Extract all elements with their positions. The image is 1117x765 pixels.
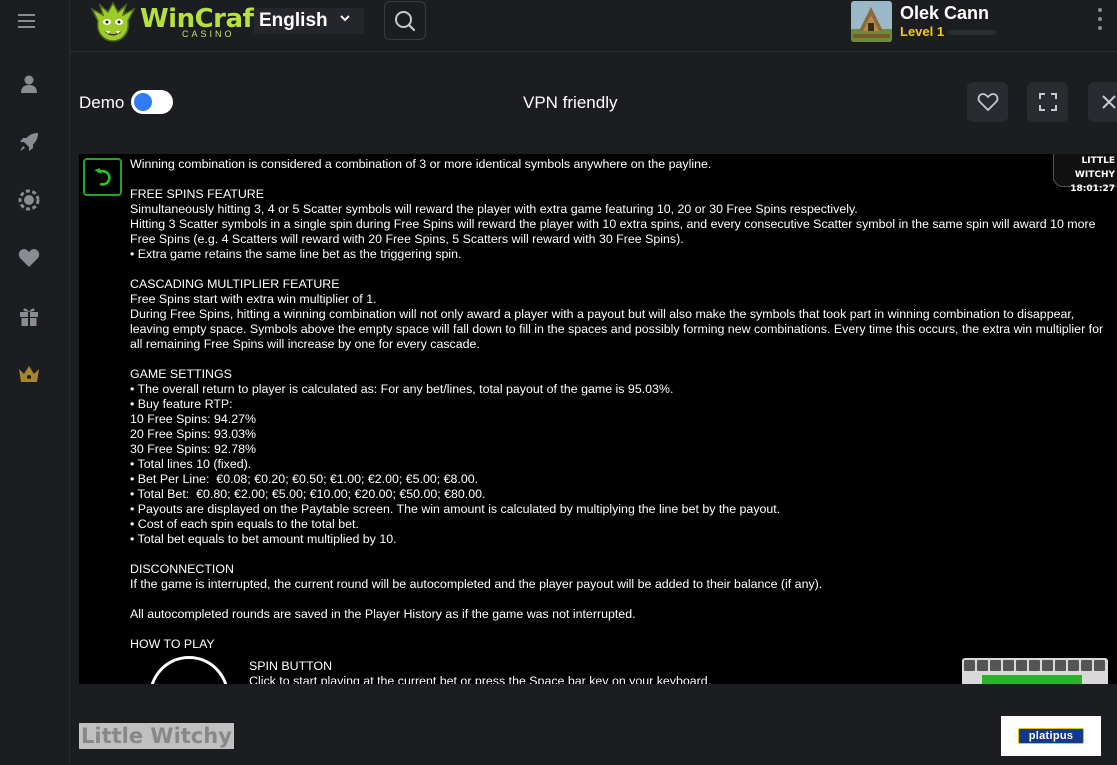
vpn-friendly-label: VPN friendly: [523, 93, 618, 112]
provider-name: platipus: [1017, 728, 1085, 744]
chevron-down-icon: [340, 13, 350, 25]
language-selector[interactable]: English: [254, 8, 364, 34]
avatar[interactable]: [851, 0, 892, 42]
spin-button-description: Click to start playing at the current be…: [249, 674, 712, 684]
sidebar: [0, 0, 70, 765]
game-title: Little Witchy: [79, 723, 234, 749]
keyboard-illustration: [962, 658, 1108, 684]
free-spins-paragraph: Simultaneously hitting 3, 4 or 5 Scatter…: [130, 202, 858, 216]
rocket-icon[interactable]: [17, 130, 41, 154]
language-label: English: [259, 10, 328, 31]
settings-line: • Total lines 10 (fixed).: [130, 457, 252, 471]
favorite-button[interactable]: [967, 82, 1008, 122]
gift-icon[interactable]: [17, 304, 41, 328]
settings-line: 20 Free Spins: 93.03%: [130, 427, 257, 441]
free-spins-paragraph: • Extra game retains the same line bet a…: [130, 247, 462, 261]
settings-line: • Total bet equals to bet amount multipl…: [130, 532, 397, 546]
game-frame[interactable]: Winning combination is considered a comb…: [79, 154, 1117, 684]
how-to-play-title: HOW TO PLAY: [130, 637, 215, 651]
settings-line: • Cost of each spin equals to the total …: [130, 517, 359, 531]
fullscreen-icon: [1038, 93, 1057, 111]
disconnection-title: DISCONNECTION: [130, 562, 234, 576]
goblin-logo-icon: [90, 1, 136, 42]
more-options-icon[interactable]: [1098, 8, 1104, 30]
back-button[interactable]: [83, 158, 122, 196]
game-badge: LITTLE WITCHY 18:01:27: [1053, 154, 1117, 194]
chip-icon[interactable]: [17, 188, 41, 212]
user-profile[interactable]: Olek Cann Level 1: [851, 0, 997, 42]
demo-label: Demo: [79, 93, 125, 112]
brand-logo[interactable]: WinCraft CASINO: [88, 0, 266, 44]
user-level: Level 1: [900, 24, 945, 39]
undo-arrow-icon: [93, 168, 111, 186]
settings-line: 10 Free Spins: 94.27%: [130, 412, 257, 426]
disconnection-paragraph: If the game is interrupted, the current …: [130, 577, 823, 591]
free-spins-paragraph: Hitting 3 Scatter symbols in a single sp…: [130, 217, 1099, 246]
settings-line: • Buy feature RTP:: [130, 397, 233, 411]
cascading-paragraph: During Free Spins, hitting a winning com…: [130, 307, 1107, 351]
brand-name: WinCraft: [140, 3, 266, 34]
free-spins-title: FREE SPINS FEATURE: [130, 187, 265, 201]
close-icon: [1101, 95, 1116, 109]
heart-icon[interactable]: [17, 246, 41, 270]
settings-line: • The overall return to player is calcul…: [130, 382, 674, 396]
game-rules-text: Winning combination is considered a comb…: [130, 157, 1105, 652]
settings-title: GAME SETTINGS: [130, 367, 232, 381]
profile-icon[interactable]: [17, 72, 41, 96]
cascading-paragraph: Free Spins start with extra win multipli…: [130, 292, 377, 306]
settings-line: • Bet Per Line: €0.08; €0.20; €0.50; €1.…: [130, 472, 479, 486]
settings-line: • Payouts are displayed on the Paytable …: [130, 502, 781, 516]
search-icon: [395, 10, 416, 31]
space-key: [982, 675, 1082, 684]
close-button[interactable]: [1088, 82, 1117, 122]
rules-intro: Winning combination is considered a comb…: [130, 157, 712, 171]
spin-button-illustration: [149, 656, 229, 684]
menu-icon[interactable]: [18, 10, 40, 32]
spin-button-title: SPIN BUTTON: [249, 659, 333, 673]
level-progress-bar: [948, 30, 997, 35]
disconnection-paragraph: All autocompleted rounds are saved in th…: [130, 607, 636, 621]
crown-icon[interactable]: [17, 362, 41, 386]
game-badge-title: LITTLE WITCHY: [1074, 156, 1115, 180]
game-clock: 18:01:27: [1070, 184, 1115, 194]
search-button[interactable]: [384, 1, 426, 40]
fullscreen-button[interactable]: [1027, 82, 1068, 122]
demo-toggle[interactable]: [131, 90, 173, 114]
settings-line: 30 Free Spins: 92.78%: [130, 442, 257, 456]
provider-logo[interactable]: platipus: [1001, 716, 1101, 756]
settings-line: • Total Bet: €0.80; €2.00; €5.00; €10.00…: [130, 487, 486, 501]
toggle-knob: [134, 93, 152, 111]
cascading-title: CASCADING MULTIPLIER FEATURE: [130, 277, 340, 291]
user-name: Olek Cann: [900, 3, 990, 23]
brand-subtitle: CASINO: [182, 28, 235, 39]
heart-outline-icon: [977, 93, 998, 112]
